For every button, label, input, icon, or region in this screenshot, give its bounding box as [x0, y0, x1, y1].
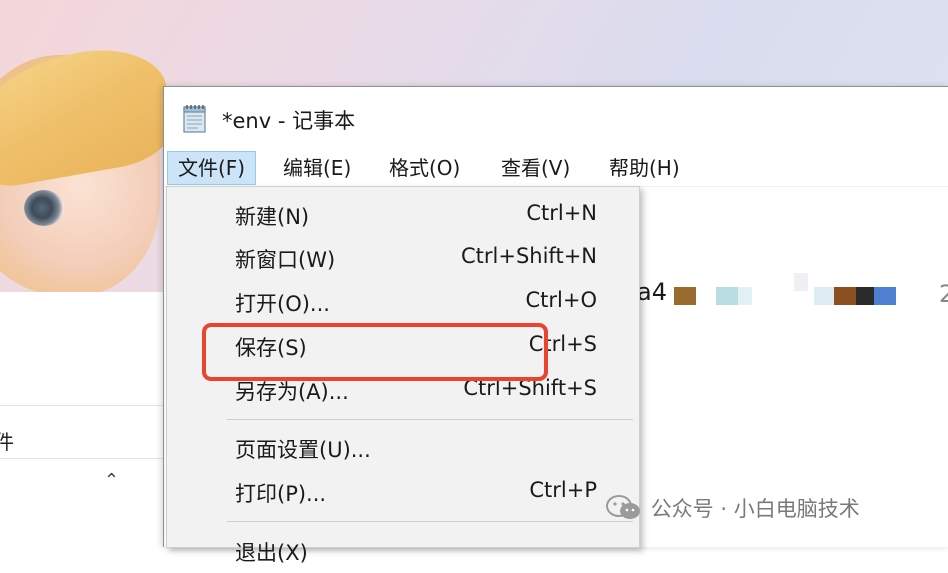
watermark: 公众号 · 小白电脑技术 [604, 493, 860, 525]
menu-item-page-setup[interactable]: 页面设置(U)... [167, 428, 639, 470]
menu-item-shortcut: Ctrl+P [529, 478, 597, 502]
menu-item-shortcut: Ctrl+N [526, 201, 597, 225]
menu-format[interactable]: 格式(O) [379, 152, 470, 184]
chevron-up-icon[interactable]: ⌃ [104, 470, 119, 491]
menu-file[interactable]: 文件(F) [167, 151, 257, 185]
menu-item-label: 退出(X) [235, 541, 308, 565]
menu-separator [227, 419, 633, 420]
window-title: *env - 记事本 [222, 109, 356, 133]
menu-item-label: 打开(O)... [235, 292, 330, 316]
menu-help[interactable]: 帮助(H) [599, 152, 690, 184]
wallpaper-art-eye [24, 190, 64, 226]
menu-edit[interactable]: 编辑(E) [273, 152, 361, 184]
menu-item-new-window[interactable]: 新窗口(W) Ctrl+Shift+N [167, 238, 639, 280]
menu-item-label: 新建(N) [235, 205, 310, 229]
menu-item-label: 新窗口(W) [235, 248, 336, 272]
menu-item-open[interactable]: 打开(O)... Ctrl+O [167, 282, 639, 324]
menu-bar: 文件(F) 编辑(E) 格式(O) 查看(V) 帮助(H) [164, 150, 948, 187]
explorer-address-bar[interactable] [0, 418, 163, 459]
menu-item-label: 打印(P)... [235, 482, 327, 506]
menu-item-shortcut: Ctrl+O [525, 288, 598, 312]
menu-item-exit[interactable]: 退出(X) [167, 531, 639, 573]
menu-item-label: 页面设置(U)... [235, 438, 371, 462]
menu-item-print[interactable]: 打印(P)... Ctrl+P [167, 472, 639, 514]
menu-item-shortcut: Ctrl+Shift+N [461, 244, 597, 268]
title-bar[interactable]: *env - 记事本 [164, 87, 948, 147]
wechat-icon [606, 495, 640, 519]
editor-text-edge: 2 [939, 280, 948, 308]
explorer-address-text: 件 [0, 430, 14, 454]
explorer-window-behind: 件 ⌃ [0, 292, 165, 546]
watermark-text: 公众号 · 小白电脑技术 [650, 497, 860, 521]
divider [0, 405, 165, 406]
save-highlight-annotation [202, 323, 548, 381]
menu-separator [227, 521, 633, 522]
menu-view[interactable]: 查看(V) [491, 152, 580, 184]
menu-item-new[interactable]: 新建(N) Ctrl+N [167, 195, 639, 237]
editor-text: a4 [637, 278, 667, 306]
notepad-icon [183, 105, 206, 133]
